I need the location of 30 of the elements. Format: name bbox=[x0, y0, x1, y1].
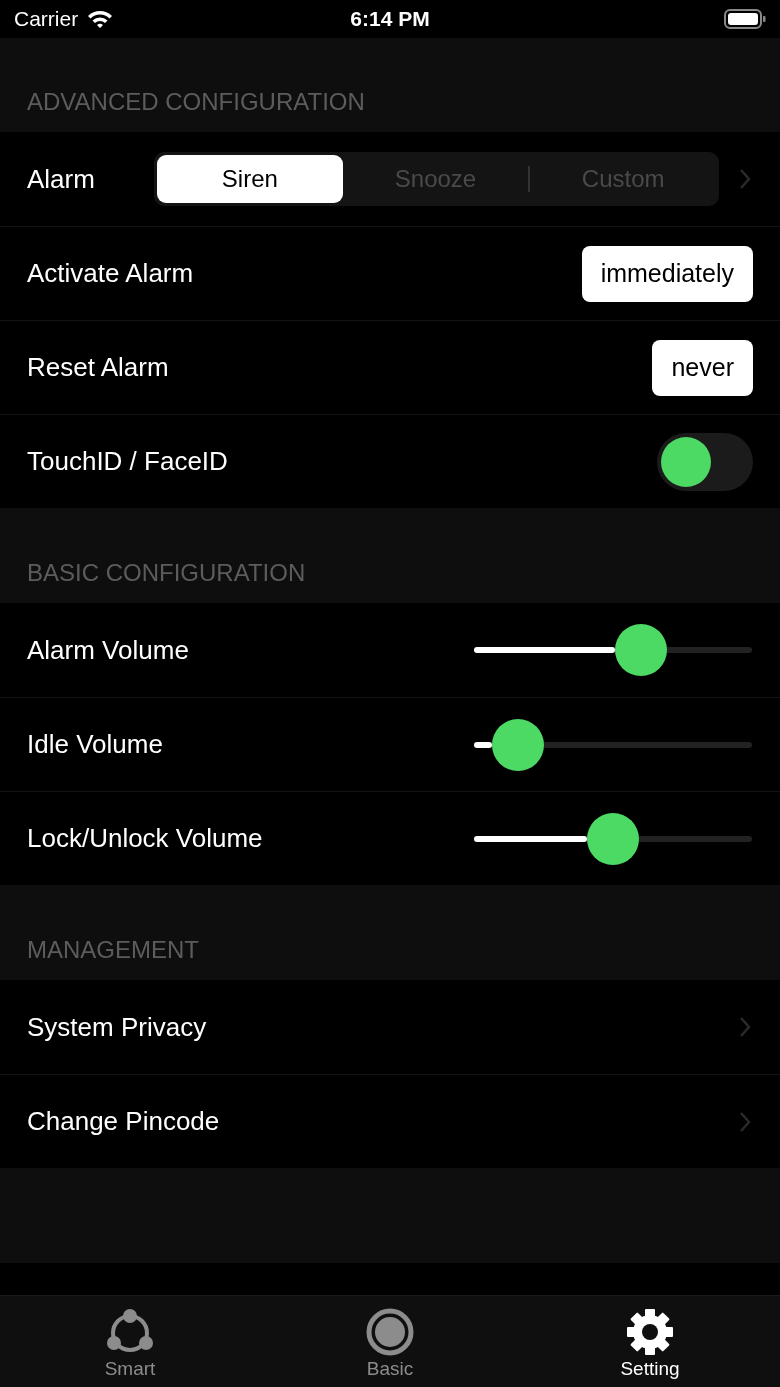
tab-bar-item[interactable]: Smart bbox=[0, 1296, 260, 1387]
tab-bar-item[interactable]: Basic bbox=[260, 1296, 520, 1387]
row-label: TouchID / FaceID bbox=[27, 446, 229, 477]
section-header: MANAGEMENT bbox=[27, 936, 199, 964]
wifi-icon bbox=[86, 9, 115, 29]
chevron-icon bbox=[739, 1110, 751, 1133]
segment-tab[interactable]: Siren bbox=[157, 155, 343, 203]
row-label: Change Pincode bbox=[27, 1106, 221, 1137]
row-label: Alarm bbox=[27, 163, 96, 195]
row-label: Activate Alarm bbox=[27, 258, 195, 289]
clock-time: 6:14 PM bbox=[350, 7, 430, 31]
battery-icon bbox=[724, 8, 766, 30]
tab-bar-item[interactable]: Setting bbox=[520, 1296, 780, 1387]
settings-icon bbox=[625, 1308, 675, 1356]
slider-fill bbox=[474, 741, 493, 748]
circle-icon bbox=[365, 1308, 415, 1356]
row-label: Alarm Volume bbox=[27, 634, 190, 666]
slider-thumb[interactable] bbox=[587, 812, 639, 865]
row-label: Reset Alarm bbox=[27, 352, 170, 383]
carrier-label: Carrier bbox=[14, 7, 79, 31]
chevron-icon bbox=[739, 1016, 751, 1038]
slider-thumb[interactable] bbox=[614, 624, 667, 676]
row-label: Idle Volume bbox=[27, 729, 164, 760]
chevron-icon bbox=[739, 168, 751, 190]
value-button[interactable]: immediately bbox=[581, 245, 753, 302]
value-button[interactable]: never bbox=[652, 339, 753, 396]
section-header: ADVANCED CONFIGURATION bbox=[27, 88, 365, 116]
row-label: System Privacy bbox=[27, 1011, 208, 1043]
section-header: BASIC CONFIGURATION bbox=[27, 559, 306, 587]
row-label: Lock/Unlock Volume bbox=[27, 823, 264, 854]
